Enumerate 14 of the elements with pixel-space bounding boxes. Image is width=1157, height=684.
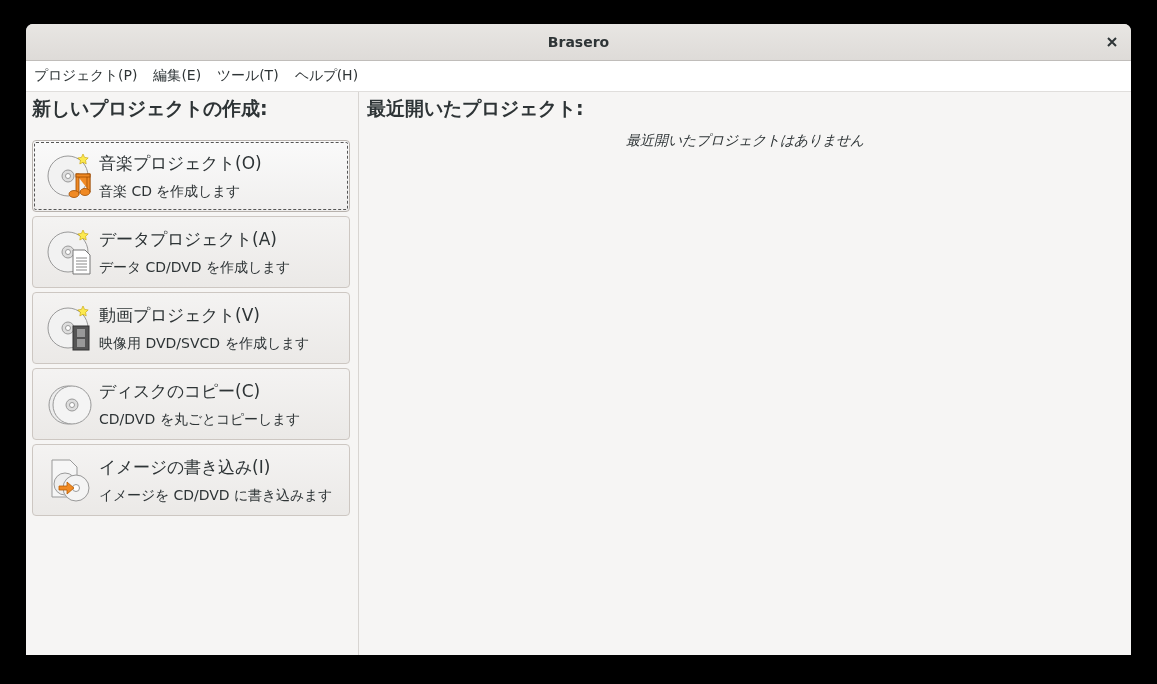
window-title: Brasero (547, 34, 610, 50)
menu-item[interactable]: プロジェクト(P) (34, 67, 138, 85)
section-heading: 新しいプロジェクトの作成: (32, 96, 269, 121)
empty-message: 最近開いたプロジェクトはありません (625, 132, 865, 150)
project-button[interactable]: 動画プロジェクト(V) 映像用 DVD/SVCD を作成します (32, 292, 350, 364)
section-heading: 最近開いたプロジェクト: (367, 96, 585, 121)
project-button[interactable]: データプロジェクト(A) データ CD/DVD を作成します (32, 216, 350, 288)
project-button[interactable]: イメージの書き込み(I) イメージを CD/DVD に書き込みます (32, 444, 350, 516)
menu-item[interactable]: ヘルプ(H) (294, 67, 359, 85)
close-icon[interactable] (1107, 37, 1117, 47)
project-button[interactable]: ディスクのコピー(C) CD/DVD を丸ごとコピーします (32, 368, 350, 440)
menu-item[interactable]: 編集(E) (153, 67, 202, 85)
project-button[interactable]: 音楽プロジェクト(O) 音楽 CD を作成します (32, 140, 350, 212)
menu-item[interactable]: ツール(T) (217, 67, 279, 85)
